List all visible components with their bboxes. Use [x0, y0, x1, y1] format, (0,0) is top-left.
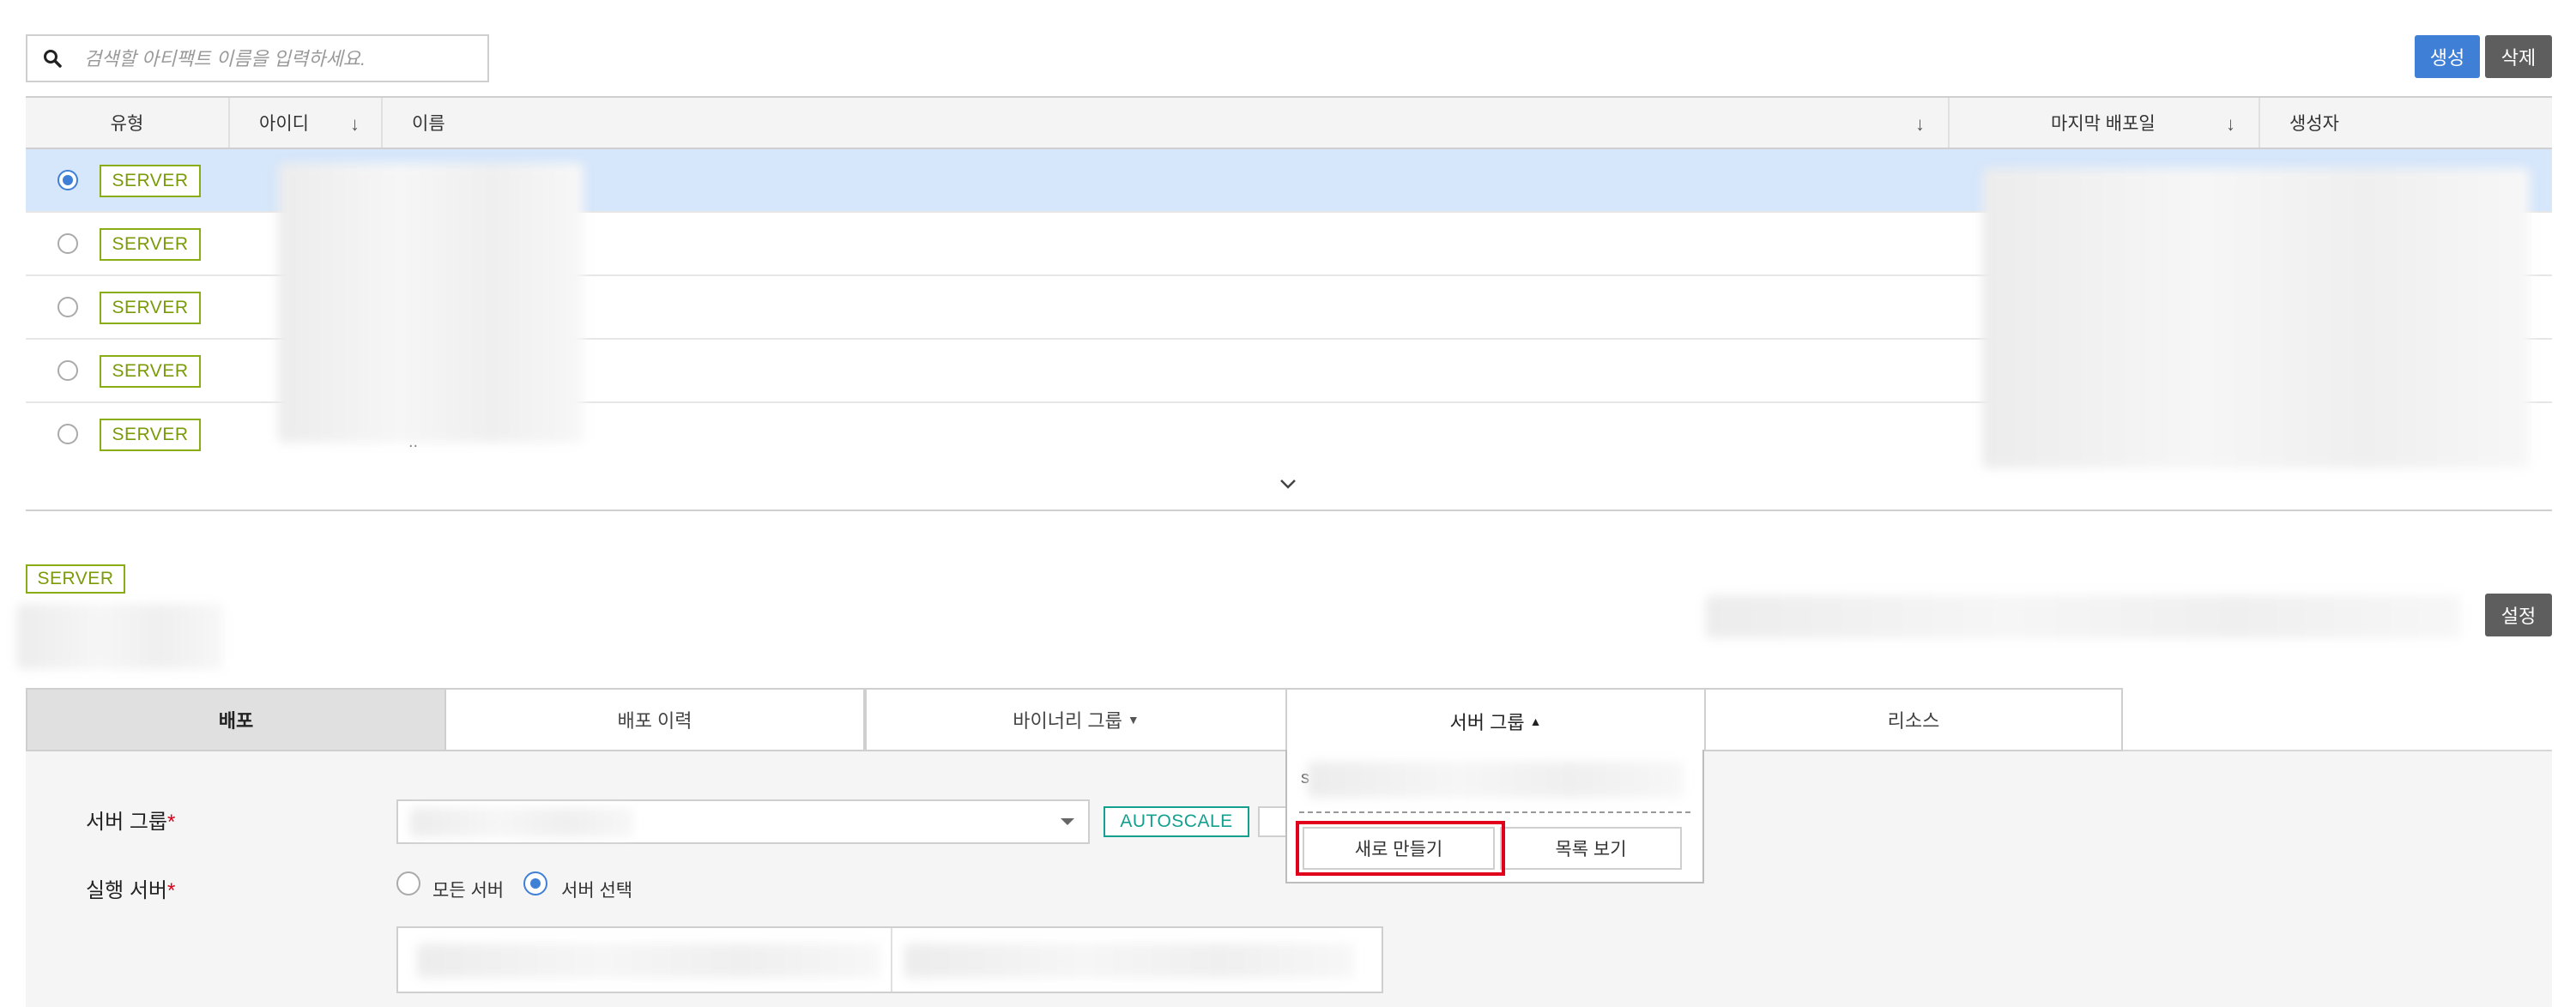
radio-select-servers[interactable] — [523, 871, 547, 895]
column-header-last-deploy[interactable]: 마지막 배포일 ↓ — [1948, 98, 2260, 148]
type-badge: SERVER — [100, 419, 201, 451]
tab-resources[interactable]: 리소스 — [1704, 688, 2123, 751]
row-radio[interactable] — [57, 424, 78, 444]
tab-deploy-history-label: 배포 이력 — [617, 710, 692, 732]
column-id-label: 아이디 — [259, 114, 309, 134]
create-button[interactable]: 생성 — [2415, 35, 2480, 78]
autoscale-badge: AUTOSCALE — [1104, 806, 1249, 837]
redacted-id-column — [278, 163, 584, 443]
row-radio[interactable] — [57, 233, 78, 254]
row-radio[interactable] — [57, 170, 78, 190]
tab-deploy[interactable]: 배포 — [26, 688, 446, 751]
type-badge: SERVER — [100, 165, 201, 197]
sort-arrow-icon[interactable]: ↓ — [2226, 113, 2235, 136]
server-group-select[interactable] — [396, 799, 1090, 844]
sort-arrow-icon[interactable]: ↓ — [350, 113, 360, 136]
delete-button[interactable]: 삭제 — [2485, 35, 2552, 78]
tab-binary-group[interactable]: 바이너리 그룹 ▼ — [865, 688, 1287, 751]
caret-down-icon — [1061, 818, 1074, 825]
tab-resources-label: 리소스 — [1887, 710, 1940, 732]
chevron-down-icon[interactable] — [1279, 477, 1297, 491]
tab-deploy-label: 배포 — [218, 710, 254, 732]
redacted-artifact-name — [17, 604, 223, 669]
redacted-server-group-value — [410, 808, 633, 837]
view-server-group-list-button[interactable]: 목록 보기 — [1500, 827, 1682, 870]
column-header-creator[interactable]: 생성자 — [2259, 98, 2552, 148]
redacted-deploy-creator-columns — [1982, 168, 2530, 468]
redacted-artifact-info — [1706, 595, 2461, 638]
tab-server-group-label: 서버 그룹 — [1449, 712, 1525, 733]
redacted-server-list-right — [904, 944, 1354, 978]
search-input[interactable] — [82, 43, 481, 75]
column-type-label: 유형 — [110, 114, 144, 134]
column-last-deploy-label: 마지막 배포일 — [2051, 114, 2156, 134]
row-radio[interactable] — [57, 360, 78, 381]
radio-select-servers-label: 서버 선택 — [561, 881, 633, 901]
column-creator-label: 생성자 — [2289, 114, 2339, 134]
table-header: 유형 아이디 ↓ 이름 ↓ 마지막 배포일 ↓ 생성자 — [26, 96, 2552, 149]
server-selection-box[interactable] — [396, 926, 1383, 993]
column-header-name[interactable]: 이름 ↓ — [381, 98, 1950, 148]
hidden-button-edge[interactable] — [1258, 806, 1287, 837]
table-bottom-divider — [26, 510, 2552, 511]
type-badge: SERVER — [100, 355, 201, 388]
dropdown-divider — [1299, 811, 1690, 813]
caret-up-icon: ▲ — [1529, 715, 1542, 728]
settings-button[interactable]: 설정 — [2485, 594, 2552, 636]
detail-type-badge: SERVER — [26, 564, 125, 594]
sort-arrow-icon[interactable]: ↓ — [1915, 113, 1925, 136]
column-header-type[interactable]: 유형 — [26, 98, 230, 148]
redacted-dropdown-item — [1308, 762, 1684, 798]
highlight-box — [1296, 821, 1505, 876]
tab-binary-group-label: 바이너리 그룹 — [1013, 710, 1122, 732]
row-radio[interactable] — [57, 297, 78, 317]
search-icon — [44, 50, 62, 68]
server-box-divider — [891, 928, 892, 992]
tab-server-group[interactable]: 서버 그룹 ▲ — [1285, 688, 1706, 753]
redacted-server-list-left — [417, 944, 880, 978]
radio-all-servers-label: 모든 서버 — [432, 881, 505, 901]
type-badge: SERVER — [100, 292, 201, 324]
caret-down-icon: ▼ — [1127, 713, 1140, 727]
type-badge: SERVER — [100, 228, 201, 261]
server-group-label: 서버 그룹* — [86, 811, 176, 834]
tab-deploy-history[interactable]: 배포 이력 — [444, 688, 865, 751]
radio-all-servers[interactable] — [396, 871, 420, 895]
column-name-label: 이름 — [412, 114, 445, 134]
search-box[interactable] — [26, 34, 489, 82]
column-header-id[interactable]: 아이디 ↓ — [228, 98, 383, 148]
exec-server-label: 실행 서버* — [86, 879, 176, 902]
